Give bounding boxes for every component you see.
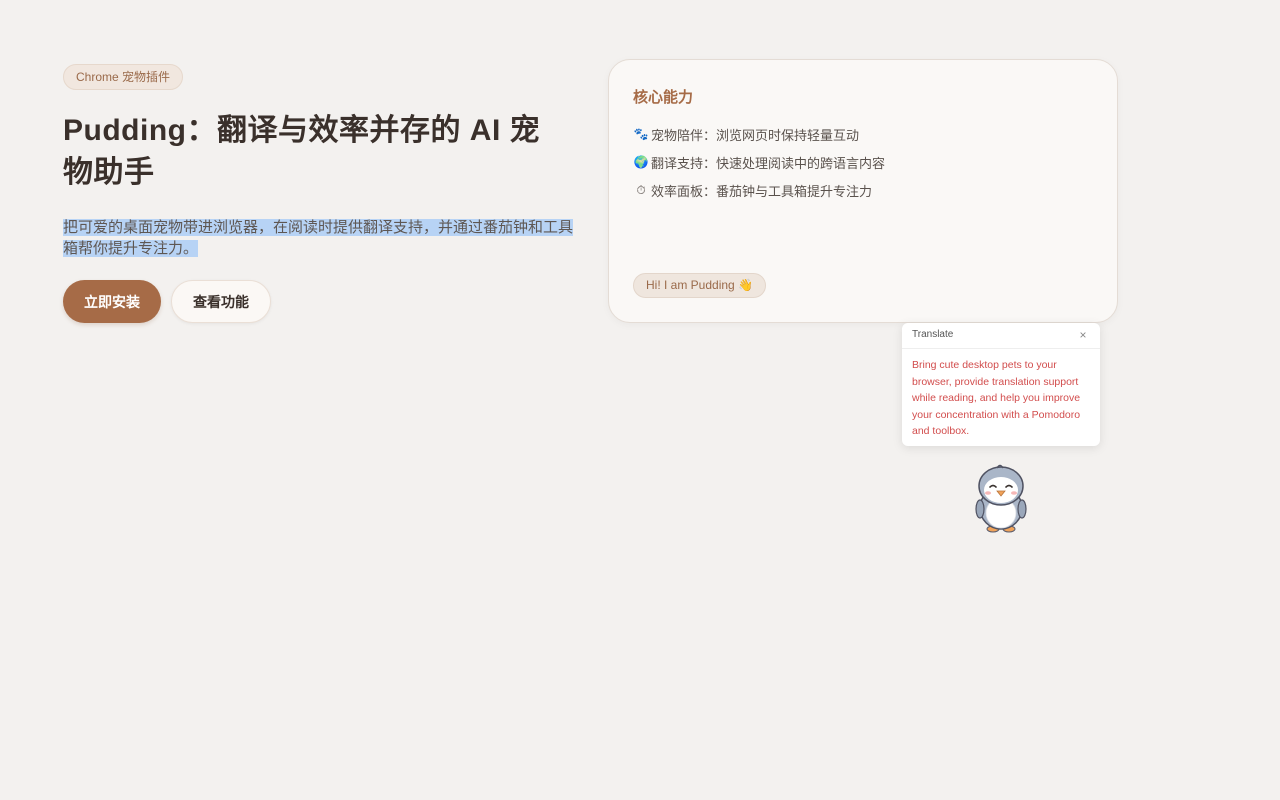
paw-icon: 🐾 xyxy=(633,127,649,141)
translate-popup: Translate × Bring cute desktop pets to y… xyxy=(902,323,1100,446)
feature-text: 翻译支持：快速处理阅读中的跨语言内容 xyxy=(651,155,886,171)
page-title: Pudding：翻译与效率并存的 AI 宠物助手 xyxy=(63,114,541,189)
translate-header: Translate × xyxy=(902,323,1100,349)
penguin-graphic xyxy=(975,464,1027,533)
features-card: 核心能力 🐾 宠物陪伴：浏览网页时保持轻量互动 🌍 翻译支持：快速处理阅读中的跨… xyxy=(608,59,1118,323)
selected-text[interactable]: 把可爱的桌面宠物带进浏览器，在阅读时提供翻译支持，并通过番茄钟和工具箱帮你提升专… xyxy=(63,219,574,257)
close-icon[interactable]: × xyxy=(1076,328,1090,342)
translation-text: Bring cute desktop pets to your browser,… xyxy=(912,359,1081,437)
list-item: ⏱ 效率面板：番茄钟与工具箱提升专注力 xyxy=(633,176,885,204)
feature-text: 效率面板：番茄钟与工具箱提升专注力 xyxy=(651,183,873,199)
translate-title: Translate xyxy=(912,329,954,340)
view-features-button[interactable]: 查看功能 xyxy=(171,280,271,323)
hero-section: Chrome 宠物插件 Pudding：翻译与效率并存的 AI 宠物助手 把可爱… xyxy=(63,64,583,323)
stopwatch-icon: ⏱ xyxy=(636,182,646,197)
hero-description[interactable]: 把可爱的桌面宠物带进浏览器，在阅读时提供翻译支持，并通过番茄钟和工具箱帮你提升专… xyxy=(63,217,578,259)
hero-tag: Chrome 宠物插件 xyxy=(63,64,184,90)
feature-list: 🐾 宠物陪伴：浏览网页时保持轻量互动 🌍 翻译支持：快速处理阅读中的跨语言内容 … xyxy=(633,120,886,204)
greeting-chip: Hi! I am Pudding 👋 xyxy=(633,273,766,298)
install-button[interactable]: 立即安装 xyxy=(63,280,161,323)
card-title: 核心能力 xyxy=(633,89,694,106)
hero-actions: 立即安装 查看功能 xyxy=(63,280,583,323)
penguin-pet-icon[interactable] xyxy=(970,462,1032,534)
globe-icon: 🌍 xyxy=(633,155,649,169)
feature-text: 宠物陪伴：浏览网页时保持轻量互动 xyxy=(651,127,860,143)
list-item: 🐾 宠物陪伴：浏览网页时保持轻量互动 xyxy=(633,120,885,148)
list-item: 🌍 翻译支持：快速处理阅读中的跨语言内容 xyxy=(633,148,886,176)
